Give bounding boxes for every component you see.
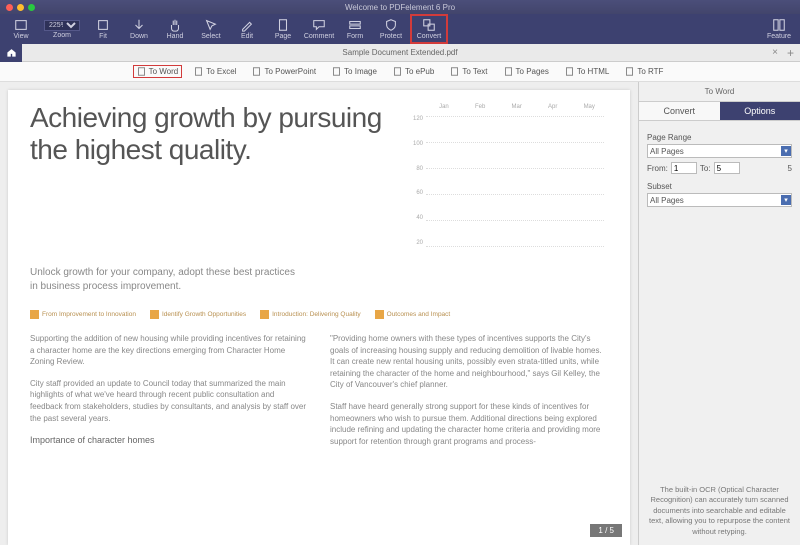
doc-icon: [252, 67, 261, 76]
subset-select[interactable]: All Pages▾: [647, 193, 792, 207]
doc-icon: [393, 67, 402, 76]
page-range-select[interactable]: All Pages▾: [647, 144, 792, 158]
tool-protect[interactable]: Protect: [374, 15, 408, 43]
tool-feature[interactable]: Feature: [762, 15, 796, 43]
tool-zoom[interactable]: 225%Zoom: [40, 15, 84, 43]
sub-to-powerpoint[interactable]: To PowerPoint: [248, 65, 320, 78]
doc-col-right: "Providing home owners with these types …: [330, 333, 608, 457]
doc-icon: [565, 67, 574, 76]
doc-icon: [137, 67, 146, 76]
pdf-page: Achieving growth by pursuing the highest…: [8, 90, 630, 545]
sub-to-html[interactable]: To HTML: [561, 65, 613, 78]
chevron-down-icon: ▾: [781, 146, 791, 156]
zoom-select[interactable]: 225%: [44, 20, 80, 31]
tool-fit[interactable]: Fit: [86, 15, 120, 43]
doc-subtitle: Unlock growth for your company, adopt th…: [30, 266, 300, 294]
sub-to-text[interactable]: To Text: [446, 65, 491, 78]
convert-sidebar: To Word Convert Options Page Range All P…: [638, 82, 800, 545]
sidebar-tab-convert[interactable]: Convert: [639, 102, 720, 121]
tool-view[interactable]: View: [4, 15, 38, 43]
to-input[interactable]: [714, 162, 740, 174]
bar-chart: JanFebMarAprMay 12010080604020: [408, 102, 608, 252]
tool-page[interactable]: Page: [266, 15, 300, 43]
document-tabbar: Sample Document Extended.pdf × +: [0, 44, 800, 62]
tool-form[interactable]: Form: [338, 15, 372, 43]
doc-col-left: Supporting the addition of new housing w…: [30, 333, 308, 457]
sub-to-epub[interactable]: To ePub: [389, 65, 438, 78]
to-label: To:: [700, 164, 711, 173]
tool-down[interactable]: Down: [122, 15, 156, 43]
titlebar: Welcome to PDFelement 6 Pro: [0, 0, 800, 14]
from-label: From:: [647, 164, 668, 173]
tab-add[interactable]: +: [787, 46, 794, 60]
page-range-label: Page Range: [647, 133, 792, 142]
subset-label: Subset: [647, 182, 792, 191]
doc-categories: From Improvement to InnovationIdentify G…: [30, 310, 608, 319]
doc-icon: [504, 67, 513, 76]
sub-to-image[interactable]: To Image: [328, 65, 381, 78]
sidebar-tab-options[interactable]: Options: [720, 102, 800, 121]
tool-edit[interactable]: Edit: [230, 15, 264, 43]
tool-convert[interactable]: Convert: [410, 14, 448, 44]
doc-icon: [194, 67, 203, 76]
tool-select[interactable]: Select: [194, 15, 228, 43]
app-title: Welcome to PDFelement 6 Pro: [0, 3, 800, 12]
chevron-down-icon: ▾: [781, 195, 791, 205]
document-tab-title[interactable]: Sample Document Extended.pdf: [0, 48, 800, 57]
page-max: 5: [788, 164, 792, 173]
tool-comment[interactable]: Comment: [302, 15, 336, 43]
convert-subtoolbar: To Word To Excel To PowerPoint To Image …: [0, 62, 800, 82]
doc-heading: Achieving growth by pursuing the highest…: [30, 102, 390, 252]
page-indicator: 1 / 5: [590, 524, 622, 537]
main-toolbar: View 225%Zoom Fit Down Hand Select Edit …: [0, 14, 800, 44]
document-viewport[interactable]: Achieving growth by pursuing the highest…: [0, 82, 638, 545]
sub-to-pages[interactable]: To Pages: [500, 65, 553, 78]
doc-icon: [625, 67, 634, 76]
doc-icon: [450, 67, 459, 76]
tool-hand[interactable]: Hand: [158, 15, 192, 43]
sub-to-word[interactable]: To Word: [133, 65, 183, 78]
ocr-footer-text: The built-in OCR (Optical Character Reco…: [639, 477, 800, 545]
doc-icon: [332, 67, 341, 76]
from-input[interactable]: [671, 162, 697, 174]
tab-close[interactable]: ×: [772, 47, 778, 58]
sub-to-excel[interactable]: To Excel: [190, 65, 240, 78]
sidebar-title: To Word: [639, 82, 800, 102]
sub-to-rtf[interactable]: To RTF: [621, 65, 667, 78]
